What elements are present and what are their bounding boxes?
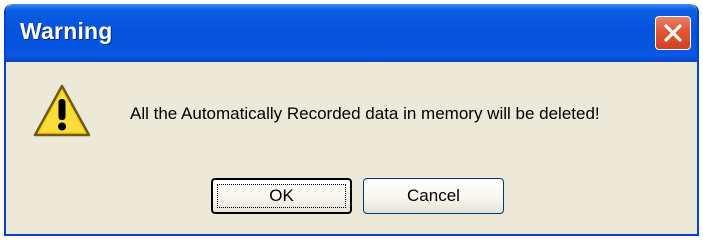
cancel-button-label: Cancel bbox=[407, 186, 460, 205]
warning-dialog: Warning All the Automatically Recorded d… bbox=[4, 4, 699, 236]
focus-rectangle bbox=[217, 184, 346, 208]
cancel-button[interactable]: Cancel bbox=[363, 178, 504, 214]
warning-message: All the Automatically Recorded data in m… bbox=[130, 104, 600, 123]
warning-icon bbox=[33, 84, 91, 137]
title-bar[interactable]: Warning bbox=[6, 4, 697, 62]
close-icon bbox=[664, 24, 682, 42]
ok-button[interactable]: OK bbox=[211, 178, 352, 214]
close-button[interactable] bbox=[655, 16, 691, 50]
dialog-title: Warning bbox=[20, 18, 113, 44]
